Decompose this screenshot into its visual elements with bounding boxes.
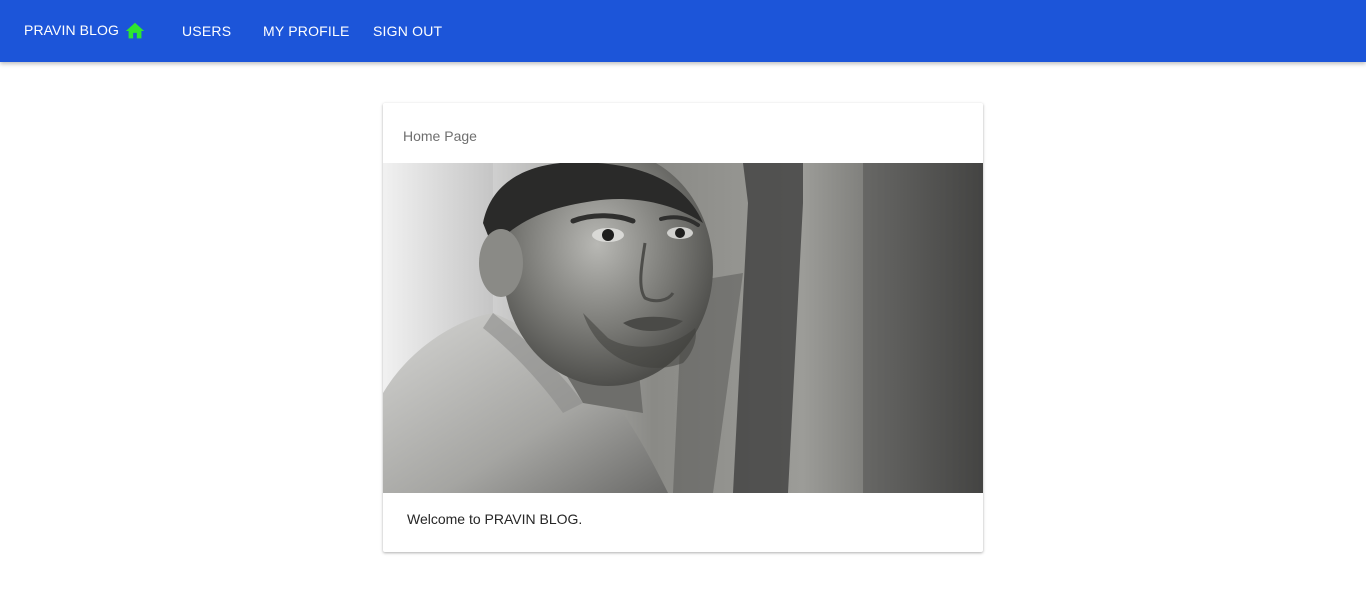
card-image [383,163,983,493]
portrait-photo [383,163,983,493]
home-icon[interactable] [124,20,146,42]
brand-title[interactable]: PRAVIN BLOG [24,22,119,38]
card-title: Home Page [403,128,477,144]
nav-users[interactable]: USERS [182,23,231,39]
nav-sign-out[interactable]: SIGN OUT [373,23,442,39]
home-card: Home Page Welcome to PRAVIN BLOG. [383,103,983,552]
nav-my-profile[interactable]: MY PROFILE [263,23,350,39]
welcome-text: Welcome to PRAVIN BLOG. [407,511,583,527]
top-app-bar: PRAVIN BLOG USERS MY PROFILE SIGN OUT [0,0,1366,62]
